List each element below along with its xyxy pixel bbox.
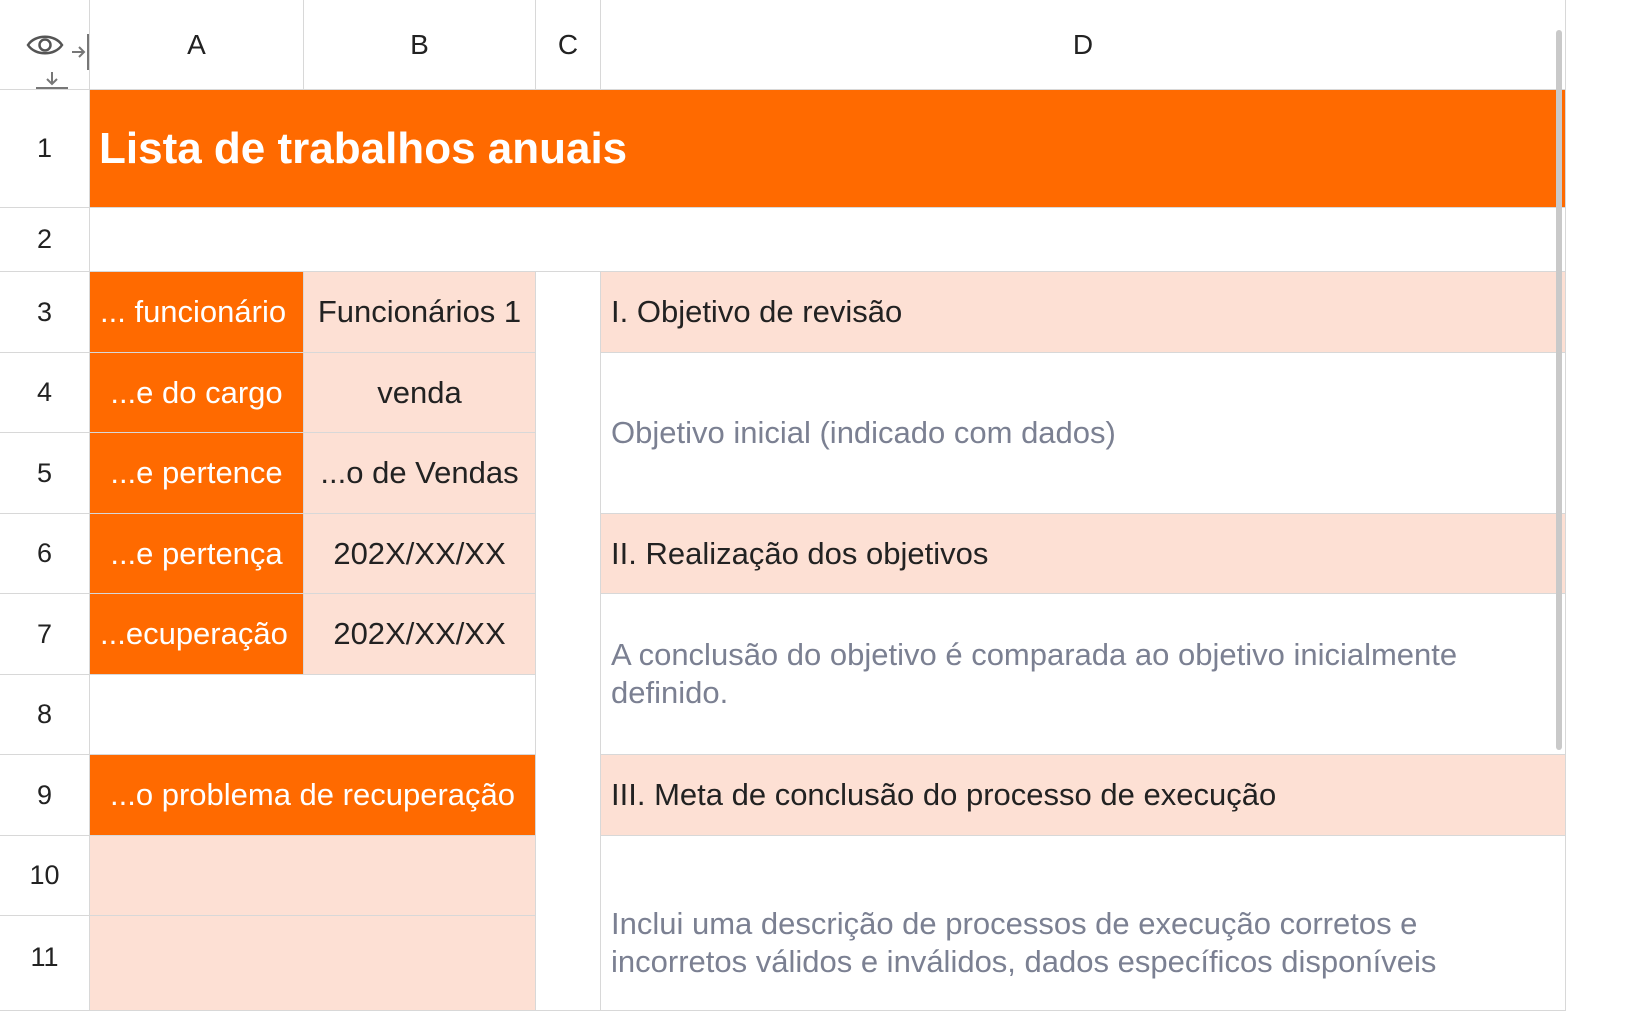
start-date-label[interactable]: ...e pertença: [90, 514, 304, 594]
empty-cell-a8[interactable]: [90, 675, 536, 755]
recovery-problem-cell-11[interactable]: [90, 916, 536, 1011]
row-header-6[interactable]: 6: [0, 514, 90, 594]
section-body-1[interactable]: Objetivo inicial (indicado com dados): [601, 353, 1566, 514]
eye-icon[interactable]: [26, 30, 64, 60]
spacer-column-c[interactable]: [536, 272, 601, 1011]
row-header-10[interactable]: 10: [0, 836, 90, 916]
employee-name-value[interactable]: Funcionários 1: [304, 272, 536, 353]
row-header-8[interactable]: 8: [0, 675, 90, 755]
job-title-value[interactable]: venda: [304, 353, 536, 433]
row-header-11[interactable]: 11: [0, 916, 90, 1011]
section-heading-1[interactable]: I. Objetivo de revisão: [601, 272, 1566, 353]
row-header-1[interactable]: 1: [0, 90, 90, 208]
row-header-7[interactable]: 7: [0, 594, 90, 675]
column-header-b[interactable]: B: [304, 0, 536, 90]
review-date-value[interactable]: 202X/XX/XX: [304, 594, 536, 675]
section-heading-2[interactable]: II. Realização dos objetivos: [601, 514, 1566, 594]
vertical-scrollbar[interactable]: [1556, 30, 1562, 750]
employee-name-label[interactable]: ... funcionário: [90, 272, 304, 353]
section-body-3[interactable]: Inclui uma descrição de processos de exe…: [601, 836, 1566, 1011]
review-date-label[interactable]: ...ecuperação: [90, 594, 304, 675]
column-header-c[interactable]: C: [536, 0, 601, 90]
department-value[interactable]: ...o de Vendas: [304, 433, 536, 514]
empty-row-2[interactable]: [90, 208, 1566, 272]
row-header-4[interactable]: 4: [0, 353, 90, 433]
title-cell[interactable]: Lista de trabalhos anuais: [90, 90, 1566, 208]
section-body-2[interactable]: A conclusão do objetivo é comparada ao o…: [601, 594, 1566, 755]
job-title-label[interactable]: ...e do cargo: [90, 353, 304, 433]
department-label[interactable]: ...e pertence: [90, 433, 304, 514]
recovery-problem-cell-10[interactable]: [90, 836, 536, 916]
section-heading-3[interactable]: III. Meta de conclusão do processo de ex…: [601, 755, 1566, 836]
column-header-d[interactable]: D: [601, 0, 1566, 90]
row-header-2[interactable]: 2: [0, 208, 90, 272]
row-header-9[interactable]: 9: [0, 755, 90, 836]
recovery-problem-header[interactable]: ...o problema de recuperação: [90, 755, 536, 836]
start-date-value[interactable]: 202X/XX/XX: [304, 514, 536, 594]
column-header-a[interactable]: A: [90, 0, 304, 90]
row-header-5[interactable]: 5: [0, 433, 90, 514]
row-header-3[interactable]: 3: [0, 272, 90, 353]
